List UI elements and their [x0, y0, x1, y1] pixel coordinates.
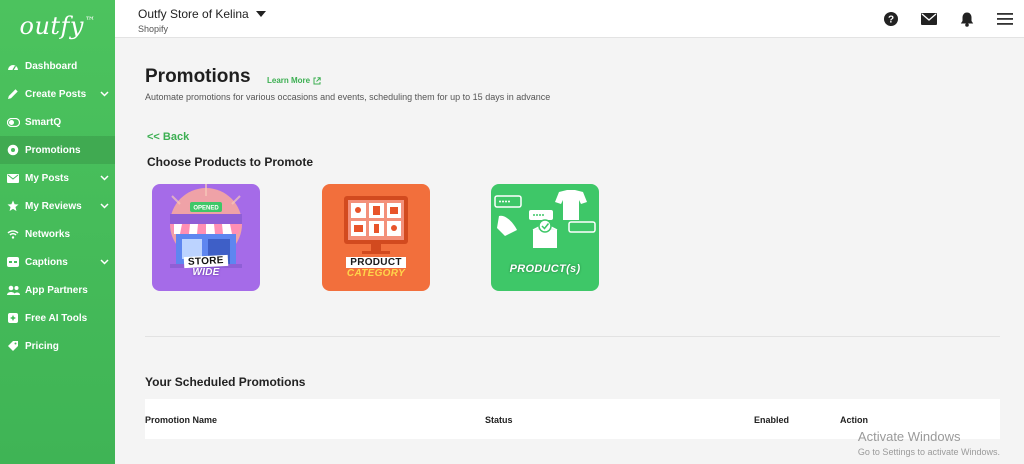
card-category-line1: PRODUCT	[346, 257, 406, 268]
learn-more-label: Learn More	[267, 76, 311, 85]
gauge-icon	[6, 59, 20, 73]
products-card[interactable]: PRODUCT(s)	[491, 184, 599, 291]
sidebar-item-smartq[interactable]: SmartQ	[0, 108, 115, 136]
sidebar-item-label: Create Posts	[25, 88, 87, 100]
windows-activation-watermark: Activate Windows Go to Settings to activ…	[858, 429, 1000, 457]
sidebar-item-app-partners[interactable]: App Partners	[0, 276, 115, 304]
page-title: Promotions	[145, 66, 251, 87]
column-enabled: Enabled	[754, 415, 790, 425]
column-action: Action	[840, 415, 868, 425]
sidebar-item-label: Promotions	[25, 144, 81, 156]
column-status: Status	[485, 415, 513, 425]
sidebar-item-label: Pricing	[25, 340, 59, 352]
wifi-icon	[6, 227, 20, 241]
mail-icon[interactable]	[910, 13, 948, 25]
svg-text:?: ?	[888, 15, 894, 26]
main-content: Promotions Learn More Automate promotion…	[115, 39, 1024, 464]
store-wide-card[interactable]: OPENED STORE WIDE	[152, 184, 260, 291]
sidebar-item-label: My Reviews	[25, 200, 82, 212]
toggle-icon	[6, 115, 20, 129]
sidebar-item-label: Captions	[25, 256, 68, 268]
watermark-title: Activate Windows	[857, 429, 961, 444]
sidebar-item-captions[interactable]: Captions	[0, 248, 115, 276]
gear-icon	[6, 143, 20, 157]
sidebar-item-label: SmartQ	[25, 116, 62, 128]
page-subtitle: Automate promotions for various occasion…	[145, 92, 551, 102]
tag-icon	[6, 339, 20, 353]
top-header: Outfy Store of Kelina Shopify ?	[115, 0, 1024, 38]
store-name: Outfy Store of Kelina	[138, 7, 249, 21]
help-icon[interactable]: ?	[872, 12, 910, 26]
scheduled-promotions-title: Your Scheduled Promotions	[145, 375, 306, 389]
sidebar-item-promotions[interactable]: Promotions	[0, 136, 115, 164]
card-products-line1: PRODUCT(s)	[509, 263, 581, 275]
captions-icon	[6, 255, 20, 269]
sidebar-item-free-ai-tools[interactable]: Free AI Tools	[0, 304, 115, 332]
sidebar-item-networks[interactable]: Networks	[0, 220, 115, 248]
chevron-down-icon	[100, 257, 109, 268]
section-divider	[145, 336, 1000, 337]
watermark-subtitle: Go to Settings to activate Windows.	[857, 447, 1000, 457]
menu-icon[interactable]	[986, 12, 1024, 26]
platform-label: Shopify	[138, 24, 169, 34]
bell-icon[interactable]	[948, 12, 986, 27]
card-store-line1: STORE	[183, 254, 229, 269]
card-store-line2: WIDE	[192, 267, 220, 278]
back-link[interactable]: << Back	[147, 131, 189, 143]
sidebar-item-dashboard[interactable]: Dashboard	[0, 52, 115, 80]
sidebar: outfy ™ Dashboard Create Posts SmartQ Promot…	[0, 0, 115, 464]
chevron-down-icon	[100, 201, 109, 212]
sidebar-item-pricing[interactable]: Pricing	[0, 332, 115, 360]
star-icon	[6, 199, 20, 213]
store-selector[interactable]: Outfy Store of Kelina	[138, 7, 266, 21]
choose-products-title: Choose Products to Promote	[147, 155, 314, 169]
pencil-icon	[6, 87, 20, 101]
learn-more-link[interactable]: Learn More	[267, 76, 321, 85]
outfy-logo[interactable]: outfy ™	[0, 0, 115, 52]
sidebar-item-create-posts[interactable]: Create Posts	[0, 80, 115, 108]
sidebar-item-label: App Partners	[25, 284, 88, 296]
logo-trademark: ™	[85, 15, 96, 27]
sparkle-box-icon	[6, 311, 20, 325]
users-icon	[6, 283, 20, 297]
envelope-icon	[6, 171, 20, 185]
sidebar-item-my-reviews[interactable]: My Reviews	[0, 192, 115, 220]
sidebar-item-label: Dashboard	[25, 60, 78, 72]
logo-text: outfy	[19, 12, 84, 40]
chevron-down-icon	[100, 89, 109, 100]
sidebar-item-my-posts[interactable]: My Posts	[0, 164, 115, 192]
caret-down-icon	[255, 11, 266, 17]
product-category-card[interactable]: PRODUCT CATEGORY	[322, 184, 430, 291]
card-category-line2: CATEGORY	[346, 268, 406, 279]
chevron-down-icon	[100, 173, 109, 184]
sidebar-item-label: My Posts	[25, 172, 69, 184]
external-link-icon	[313, 76, 321, 84]
sidebar-item-label: Free AI Tools	[25, 312, 88, 324]
store-sign-text: OPENED	[193, 206, 219, 212]
sidebar-item-label: Networks	[25, 228, 71, 240]
column-promotion-name: Promotion Name	[145, 415, 218, 425]
